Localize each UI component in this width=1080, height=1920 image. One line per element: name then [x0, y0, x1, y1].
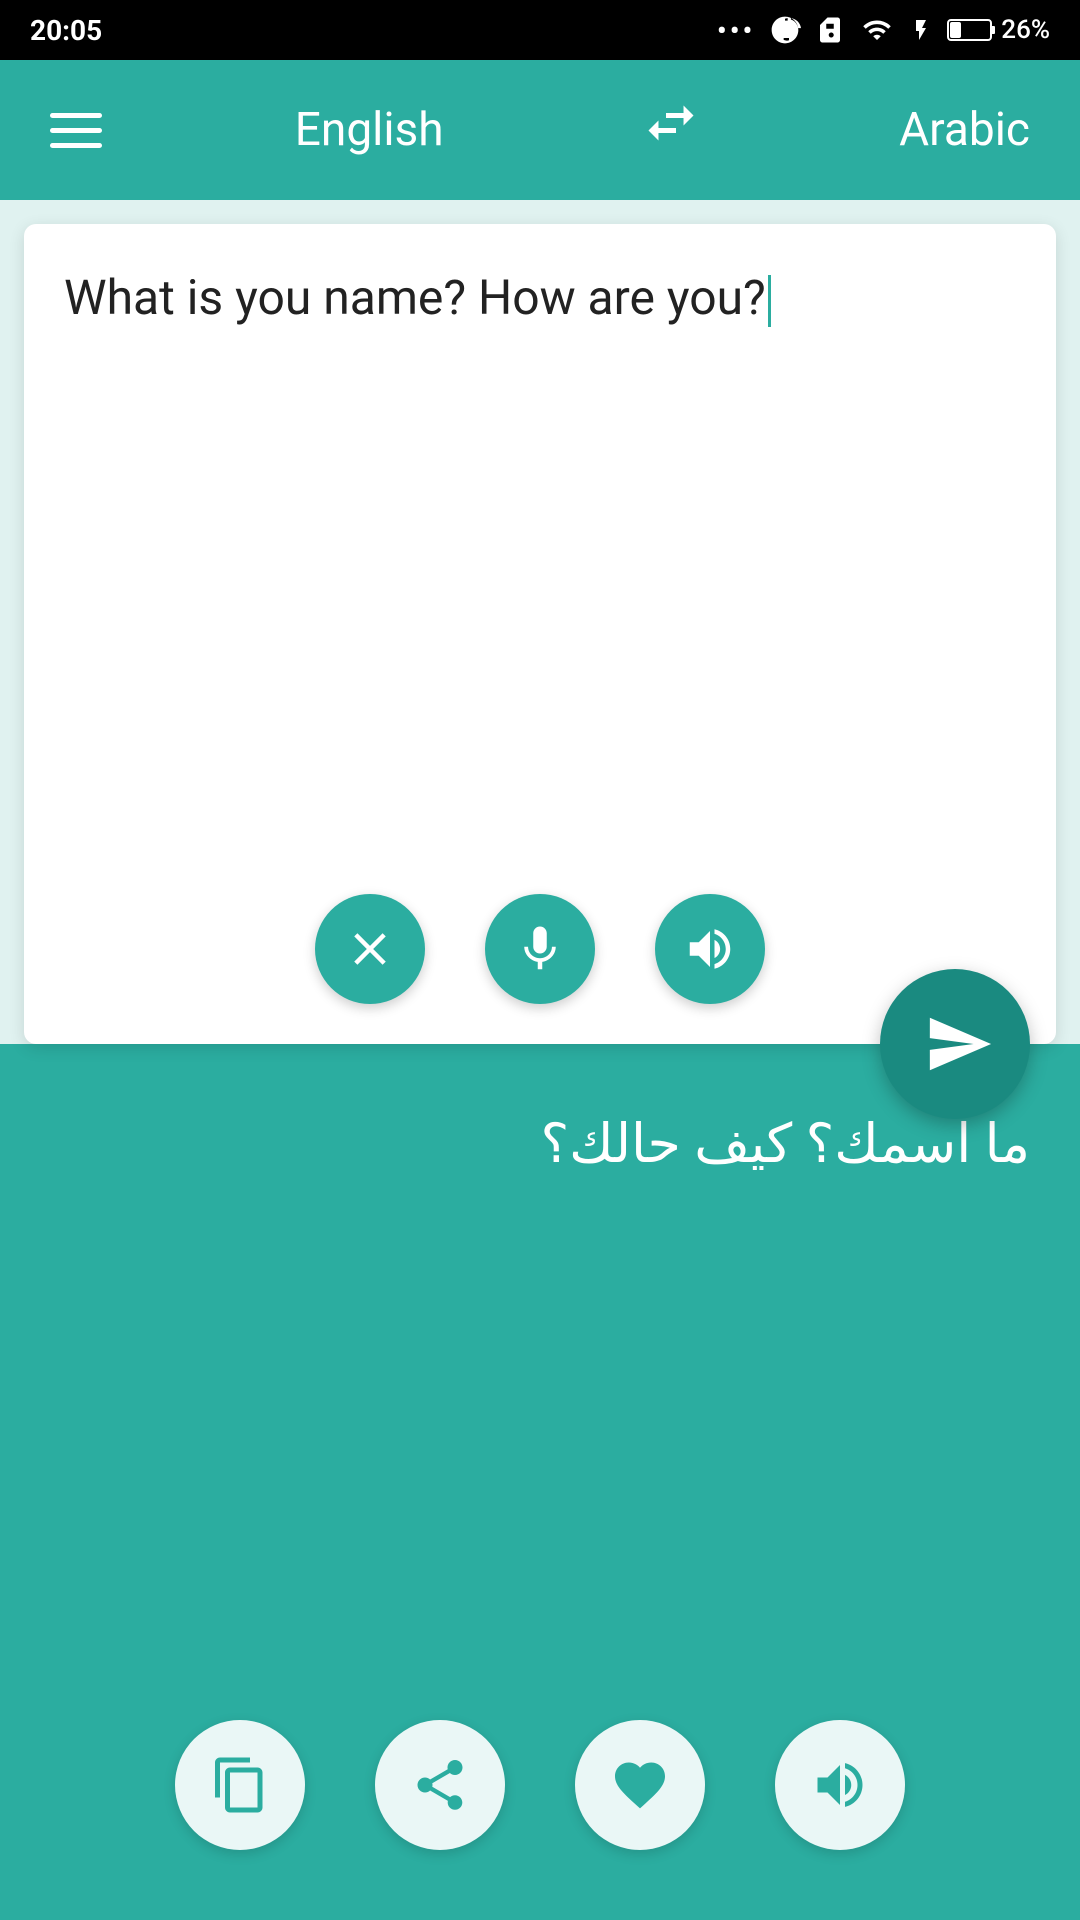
copy-icon — [210, 1755, 270, 1815]
status-icons: ••• 26% — [717, 14, 1050, 47]
favorite-icon — [610, 1755, 670, 1815]
status-bar: 20:05 ••• 26% — [0, 0, 1080, 60]
dots-icon: ••• — [717, 14, 755, 47]
favorite-button[interactable] — [575, 1720, 705, 1850]
swap-languages-button[interactable] — [636, 93, 706, 167]
speak-source-button[interactable] — [655, 894, 765, 1004]
charge-icon — [909, 15, 933, 45]
battery-level: 26% — [947, 15, 1050, 45]
toolbar: English Arabic — [0, 60, 1080, 200]
status-time: 20:05 — [30, 14, 102, 47]
menu-button[interactable] — [50, 113, 102, 148]
sim-icon — [815, 15, 845, 45]
battery-percent: 26% — [1001, 15, 1050, 45]
translation-panel: ما اسمك؟ كيف حالك؟ — [0, 1044, 1080, 1920]
translation-action-buttons — [50, 1720, 1030, 1870]
source-panel: What is you name? How are you? — [24, 224, 1056, 1044]
speaker-source-icon — [683, 922, 737, 976]
alarm-icon — [769, 14, 801, 46]
source-action-buttons — [64, 874, 1016, 1014]
signal-icon — [859, 15, 895, 45]
translated-text: ما اسمك؟ كيف حالك؟ — [50, 1104, 1030, 1185]
main-content: What is you name? How are you? — [0, 200, 1080, 1920]
share-button[interactable] — [375, 1720, 505, 1850]
share-icon — [410, 1755, 470, 1815]
speaker-translation-icon — [810, 1755, 870, 1815]
microphone-button[interactable] — [485, 894, 595, 1004]
copy-button[interactable] — [175, 1720, 305, 1850]
translate-button[interactable] — [880, 969, 1030, 1119]
clear-button[interactable] — [315, 894, 425, 1004]
battery-icon — [947, 17, 997, 43]
text-cursor — [768, 275, 771, 327]
send-icon — [924, 1009, 994, 1079]
source-text-area[interactable]: What is you name? How are you? — [64, 264, 1016, 874]
source-text-content: What is you name? How are you? — [64, 269, 766, 326]
clear-icon — [343, 922, 397, 976]
microphone-icon — [513, 922, 567, 976]
source-language-label[interactable]: English — [295, 103, 444, 157]
speak-translation-button[interactable] — [775, 1720, 905, 1850]
target-language-label[interactable]: Arabic — [899, 103, 1030, 157]
